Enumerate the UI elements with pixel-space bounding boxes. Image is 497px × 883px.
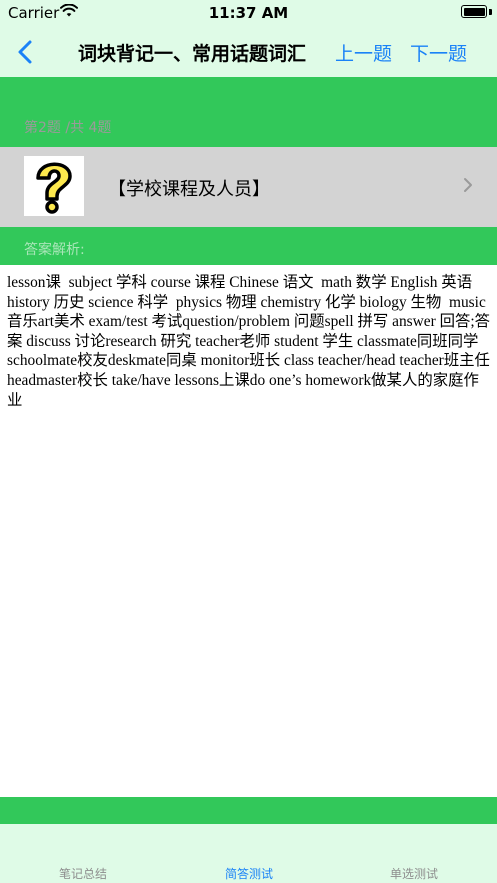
battery-tip — [489, 9, 492, 15]
page-title: 词块背记一、常用话题词汇 — [78, 43, 307, 65]
question-text: 【学校课程及人员】 — [108, 179, 270, 200]
chevron-right-icon — [464, 178, 472, 192]
navigation-bar: 词块背记一、常用话题词汇 上一题 下一题 — [0, 27, 497, 77]
previous-question-button[interactable]: 上一题 — [335, 39, 392, 66]
question-mark-icon — [24, 156, 84, 216]
next-question-button[interactable]: 下一题 — [410, 39, 467, 66]
answer-label: 答案解析: — [24, 242, 85, 258]
back-chevron-icon[interactable] — [12, 37, 40, 67]
question-header: 第2题 /共 4题 — [0, 77, 497, 147]
tab-short-answer-test[interactable]: 简答测试 — [225, 865, 273, 882]
bottom-divider-bar — [0, 797, 497, 824]
answer-text: lesson课 subject 学科 course 课程 Chinese 语文 … — [7, 274, 491, 409]
answer-header: 答案解析: — [0, 227, 497, 265]
question-counter: 第2题 /共 4题 — [24, 120, 112, 136]
battery-icon — [461, 5, 487, 18]
status-time: 11:37 AM — [208, 4, 289, 22]
tab-bar: 笔记总结 简答测试 单选测试 — [0, 824, 497, 883]
status-bar: Carrier 11:37 AM — [0, 0, 497, 27]
tab-notes-summary[interactable]: 笔记总结 — [59, 865, 107, 882]
tab-single-choice-test[interactable]: 单选测试 — [390, 865, 438, 882]
question-cell[interactable]: 【学校课程及人员】 — [0, 147, 497, 227]
